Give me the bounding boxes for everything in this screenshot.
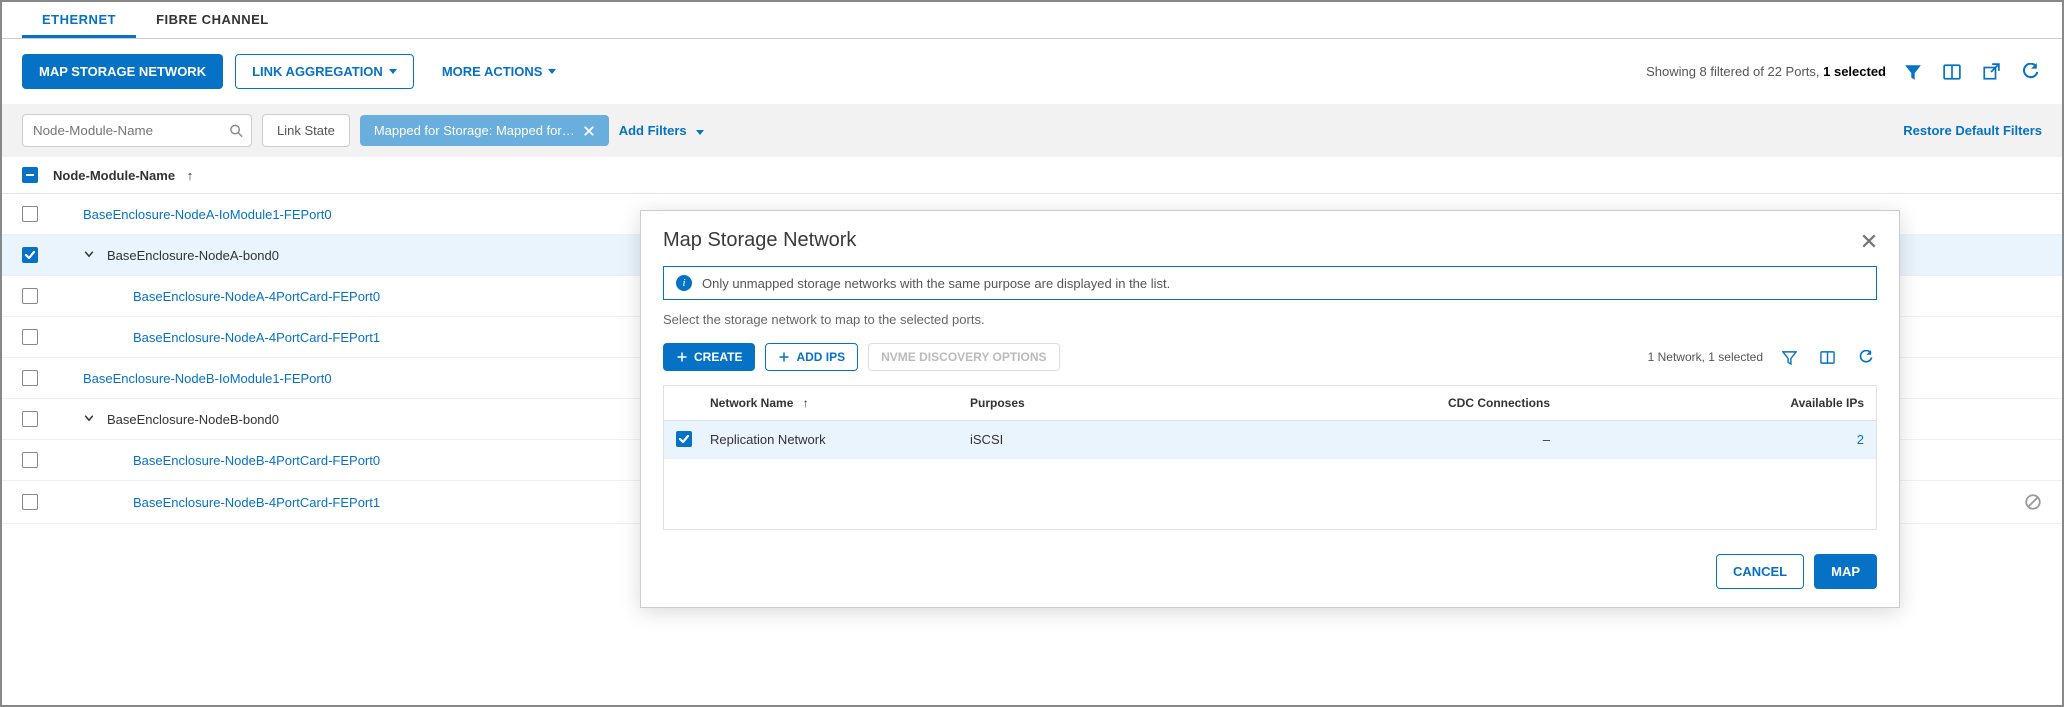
col-network-name[interactable]: Network Name ↑ (710, 396, 970, 410)
add-filters-dropdown[interactable]: Add Filters (619, 123, 705, 138)
filter-status-text: Showing 8 filtered of 22 Ports, 1 select… (1646, 64, 1886, 79)
sort-ascending-icon: ↑ (187, 168, 194, 183)
map-storage-network-button[interactable]: MAP STORAGE NETWORK (22, 54, 223, 89)
cell-name: BaseEnclosure-NodeA-IoModule1-FEPort0 (53, 207, 332, 222)
dialog-footer: CANCEL MAP (663, 554, 1877, 589)
port-label: BaseEnclosure-NodeB-bond0 (107, 412, 279, 427)
more-actions-dropdown[interactable]: MORE ACTIONS (426, 55, 573, 88)
columns-icon[interactable] (1815, 345, 1839, 369)
map-button[interactable]: MAP (1814, 554, 1877, 589)
row-checkbox[interactable] (22, 411, 38, 427)
chevron-down-icon[interactable] (83, 412, 97, 424)
refresh-icon[interactable] (1853, 345, 1877, 369)
main-toolbar: MAP STORAGE NETWORK LINK AGGREGATION MOR… (2, 39, 2062, 104)
tab-bar: ETHERNET FIBRE CHANNEL (2, 2, 2062, 39)
create-button[interactable]: CREATE (663, 343, 755, 371)
cell-name: BaseEnclosure-NodeA-4PortCard-FEPort0 (53, 289, 380, 304)
cell-cdc: – (1290, 432, 1550, 447)
cell-purposes: iSCSI (970, 432, 1290, 447)
status-selected: 1 selected (1823, 64, 1886, 79)
ban-icon (2024, 493, 2042, 511)
info-banner-text: Only unmapped storage networks with the … (702, 276, 1170, 291)
filter-bar: Link State Mapped for Storage: Mapped fo… (2, 104, 2062, 157)
row-checkbox[interactable] (22, 370, 38, 386)
dialog-subtitle: Select the storage network to map to the… (663, 312, 1877, 327)
port-link[interactable]: BaseEnclosure-NodeB-IoModule1-FEPort0 (83, 371, 332, 386)
cell-name: BaseEnclosure-NodeA-4PortCard-FEPort1 (53, 330, 380, 345)
chevron-down-icon[interactable] (83, 248, 97, 260)
info-icon: i (676, 275, 692, 291)
port-link[interactable]: BaseEnclosure-NodeA-IoModule1-FEPort0 (83, 207, 332, 222)
port-link[interactable]: BaseEnclosure-NodeA-4PortCard-FEPort0 (133, 289, 380, 304)
filter-mapped-label: Mapped for Storage: Mapped for… (374, 123, 575, 138)
row-checkbox[interactable] (676, 431, 692, 447)
refresh-icon[interactable] (2018, 60, 2042, 84)
tab-ethernet[interactable]: ETHERNET (22, 2, 136, 38)
row-checkbox[interactable] (22, 329, 38, 345)
cell-available-ips[interactable]: 2 (1550, 432, 1864, 447)
port-link[interactable]: BaseEnclosure-NodeB-4PortCard-FEPort1 (133, 495, 380, 510)
search-input[interactable] (22, 114, 252, 147)
row-checkbox[interactable] (22, 288, 38, 304)
create-label: CREATE (694, 350, 742, 364)
column-header-name[interactable]: Node-Module-Name ↑ (53, 168, 193, 183)
port-label: BaseEnclosure-NodeA-bond0 (107, 248, 279, 263)
column-header-name-label: Node-Module-Name (53, 168, 175, 183)
filter-icon[interactable] (1901, 60, 1925, 84)
tab-fibre-channel[interactable]: FIBRE CHANNEL (136, 2, 289, 38)
close-icon[interactable] (1861, 233, 1877, 249)
status-prefix: Showing 8 filtered of 22 Ports, (1646, 64, 1823, 79)
network-table-header: Network Name ↑ Purposes CDC Connections … (664, 386, 1876, 421)
cell-name: BaseEnclosure-NodeB-4PortCard-FEPort1 (53, 495, 380, 510)
restore-default-filters[interactable]: Restore Default Filters (1903, 123, 2042, 138)
filter-mapped-for-storage[interactable]: Mapped for Storage: Mapped for… (360, 115, 609, 146)
row-checkbox[interactable] (22, 206, 38, 222)
cell-name: BaseEnclosure-NodeA-bond0 (53, 248, 279, 263)
cell-network-name: Replication Network (710, 432, 970, 447)
row-checkbox[interactable] (22, 494, 38, 510)
dialog-toolbar: CREATE ADD IPS NVME DISCOVERY OPTIONS 1 … (663, 343, 1877, 371)
port-link[interactable]: BaseEnclosure-NodeA-4PortCard-FEPort1 (133, 330, 380, 345)
col-cdc-connections[interactable]: CDC Connections (1290, 396, 1550, 410)
cell-name: BaseEnclosure-NodeB-IoModule1-FEPort0 (53, 371, 332, 386)
row-checkbox[interactable] (22, 452, 38, 468)
col-purposes[interactable]: Purposes (970, 396, 1290, 410)
select-all-checkbox[interactable] (22, 167, 38, 183)
caret-down-icon (548, 69, 556, 74)
popout-icon[interactable] (1979, 60, 2003, 84)
add-ips-label: ADD IPS (796, 350, 845, 364)
link-aggregation-label: LINK AGGREGATION (252, 64, 383, 79)
filter-link-state[interactable]: Link State (262, 114, 350, 147)
add-filters-label: Add Filters (619, 123, 687, 138)
more-actions-label: MORE ACTIONS (442, 64, 543, 79)
columns-icon[interactable] (1940, 60, 1964, 84)
network-row[interactable]: Replication Network iSCSI – 2 (664, 421, 1876, 459)
sort-ascending-icon: ↑ (803, 396, 809, 410)
caret-down-icon (389, 69, 397, 74)
filter-icon[interactable] (1777, 345, 1801, 369)
search-box (22, 114, 252, 147)
add-ips-button[interactable]: ADD IPS (765, 343, 858, 371)
dialog-title: Map Storage Network (663, 229, 856, 252)
network-count-text: 1 Network, 1 selected (1648, 350, 1763, 364)
nvme-discovery-button: NVME DISCOVERY OPTIONS (868, 343, 1059, 371)
port-link[interactable]: BaseEnclosure-NodeB-4PortCard-FEPort0 (133, 453, 380, 468)
network-table: Network Name ↑ Purposes CDC Connections … (663, 385, 1877, 530)
cancel-button[interactable]: CANCEL (1716, 554, 1804, 589)
row-checkbox[interactable] (22, 247, 38, 263)
col-network-name-label: Network Name (710, 396, 793, 410)
caret-down-icon (696, 130, 704, 135)
close-icon[interactable] (583, 125, 595, 137)
info-banner: i Only unmapped storage networks with th… (663, 266, 1877, 300)
col-available-ips[interactable]: Available IPs (1550, 396, 1864, 410)
link-aggregation-dropdown[interactable]: LINK AGGREGATION (235, 54, 414, 89)
map-storage-network-dialog: Map Storage Network i Only unmapped stor… (640, 210, 1900, 608)
cell-name: BaseEnclosure-NodeB-4PortCard-FEPort0 (53, 453, 380, 468)
cell-name: BaseEnclosure-NodeB-bond0 (53, 412, 279, 427)
table-header: Node-Module-Name ↑ (2, 157, 2062, 194)
search-icon (229, 123, 244, 138)
